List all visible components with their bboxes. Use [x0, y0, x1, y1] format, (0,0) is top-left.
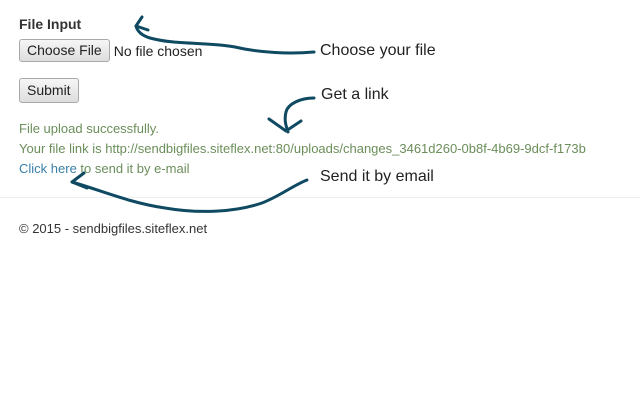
upload-success-message: File upload successfully. — [19, 121, 159, 136]
email-line: Click here to send it by e-mail — [19, 161, 190, 176]
email-line-suffix: to send it by e-mail — [76, 161, 190, 176]
send-email-link[interactable]: Click here — [19, 161, 77, 176]
link-arrow-head — [267, 117, 303, 133]
email-arrow — [70, 171, 309, 213]
file-input-label: File Input — [19, 16, 82, 32]
file-input-row: Choose File No file chosen — [19, 39, 202, 62]
choose-file-button[interactable]: Choose File — [19, 39, 110, 62]
annotation-link: Get a link — [321, 86, 389, 103]
annotation-choose: Choose your file — [320, 42, 436, 59]
file-link-text: Your file link is http://sendbigfiles.si… — [19, 141, 586, 156]
file-status-text: No file chosen — [113, 42, 203, 59]
email-arrow-line — [70, 178, 309, 213]
link-arrow — [267, 96, 316, 134]
choose-arrow-head — [134, 15, 150, 32]
annotation-email: Send it by email — [320, 168, 434, 185]
copyright-footer: © 2015 - sendbigfiles.siteflex.net — [19, 221, 208, 236]
link-arrow-line — [283, 96, 316, 134]
footer-divider — [0, 197, 640, 198]
submit-button[interactable]: Submit — [19, 78, 79, 103]
